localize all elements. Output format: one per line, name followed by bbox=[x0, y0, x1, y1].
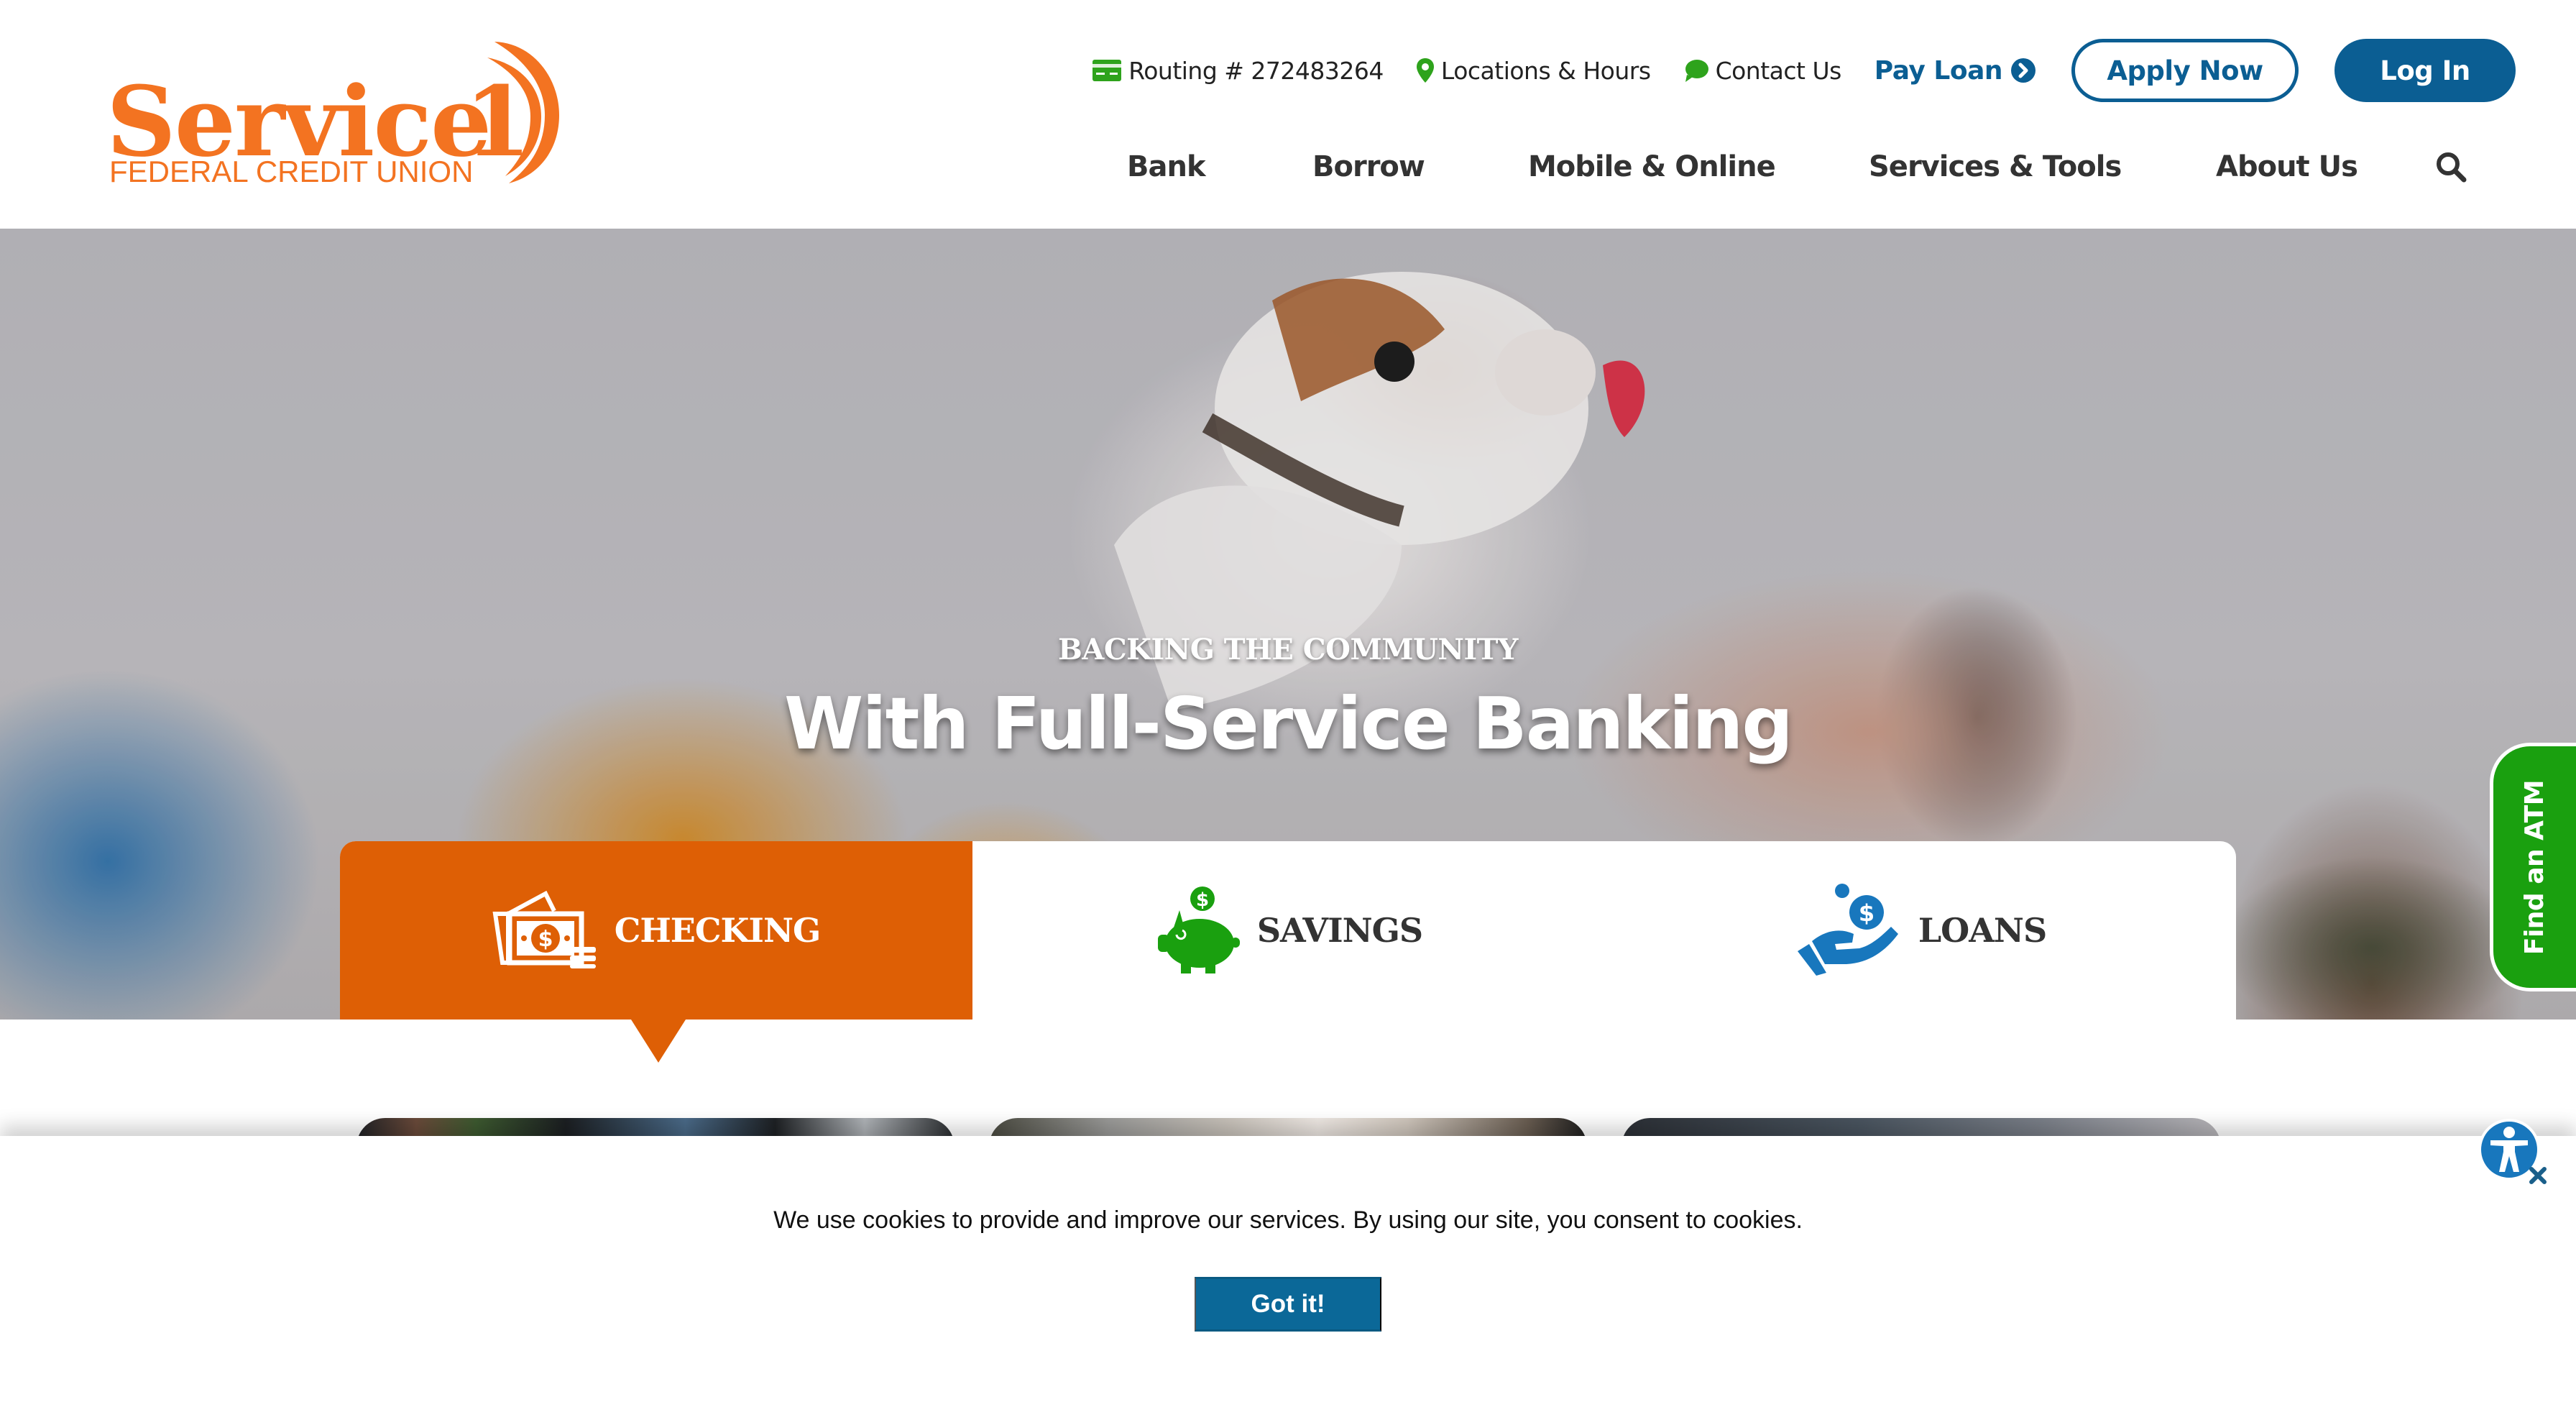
logo-numeral: 1 bbox=[464, 65, 532, 178]
nav-item-about-us[interactable]: About Us bbox=[2216, 150, 2358, 183]
contact-us-label: Contact Us bbox=[1715, 56, 1842, 85]
nav-item-bank[interactable]: Bank bbox=[1127, 150, 1206, 183]
search-icon bbox=[2437, 152, 2467, 183]
nav-item-services-tools[interactable]: Services & Tools bbox=[1869, 150, 2122, 183]
tab-loans-label: LOANS bbox=[1918, 911, 2047, 950]
utility-bar: Routing # 272483264 Locations & Hours Co… bbox=[1092, 37, 2516, 104]
tab-savings[interactable]: $ SAVINGS bbox=[972, 841, 1605, 1020]
nav-item-borrow[interactable]: Borrow bbox=[1312, 150, 1425, 183]
chevron-right-circle-icon bbox=[2011, 58, 2036, 83]
svg-text:$: $ bbox=[1196, 889, 1209, 911]
routing-card-icon bbox=[1092, 60, 1122, 81]
tab-checking-label: CHECKING bbox=[614, 911, 822, 950]
nav-item-mobile-online[interactable]: Mobile & Online bbox=[1528, 150, 1776, 183]
apply-now-button[interactable]: Apply Now bbox=[2071, 39, 2299, 102]
tab-savings-label: SAVINGS bbox=[1256, 911, 1423, 950]
product-tabs: $ CHECKING $ SAVINGS $ LOANS bbox=[340, 841, 2236, 1063]
chat-bubble-icon bbox=[1684, 59, 1708, 82]
piggy-bank-icon: $ bbox=[1155, 884, 1241, 977]
svg-text:$: $ bbox=[1859, 899, 1874, 927]
tab-checking[interactable]: $ CHECKING bbox=[340, 841, 972, 1063]
accessibility-icon bbox=[2490, 1127, 2528, 1172]
find-atm-label: Find an ATM bbox=[2520, 779, 2550, 955]
routing-number-link[interactable]: Routing # 272483264 bbox=[1092, 57, 1384, 85]
cookie-message: We use cookies to provide and improve ou… bbox=[773, 1206, 1803, 1234]
cash-icon: $ bbox=[492, 889, 599, 972]
svg-text:$: $ bbox=[538, 927, 553, 952]
active-tab-pointer bbox=[631, 1020, 686, 1063]
map-pin-icon bbox=[1416, 58, 1434, 83]
locations-hours-link[interactable]: Locations & Hours bbox=[1416, 56, 1651, 85]
logo-tagline: FEDERAL CREDIT UNION bbox=[109, 155, 474, 188]
cookie-accept-button[interactable]: Got it! bbox=[1195, 1277, 1381, 1332]
tab-loans[interactable]: $ LOANS bbox=[1605, 841, 2236, 1020]
find-atm-tab[interactable]: Find an ATM bbox=[2490, 743, 2576, 991]
pay-loan-label: Pay Loan bbox=[1874, 55, 2003, 86]
search-button[interactable] bbox=[2435, 151, 2467, 186]
cookie-banner: We use cookies to provide and improve ou… bbox=[0, 1136, 2576, 1402]
contact-us-link[interactable]: Contact Us bbox=[1684, 57, 1841, 85]
log-in-button[interactable]: Log In bbox=[2334, 39, 2516, 102]
locations-hours-label: Locations & Hours bbox=[1440, 56, 1651, 85]
logo[interactable]: Service 1 FEDERAL CREDIT UNION bbox=[106, 36, 566, 194]
hero-title: With Full-Service Banking bbox=[784, 682, 1793, 766]
hand-coin-icon: $ bbox=[1795, 882, 1903, 979]
accessibility-close-button[interactable] bbox=[2529, 1166, 2547, 1188]
close-icon bbox=[2529, 1167, 2547, 1184]
routing-number-label: Routing # 272483264 bbox=[1128, 56, 1384, 85]
site-header: Service 1 FEDERAL CREDIT UNION Routing #… bbox=[0, 0, 2576, 229]
pay-loan-link[interactable]: Pay Loan bbox=[1874, 56, 2036, 86]
hero-kicker: BACKING THE COMMUNITY bbox=[1058, 633, 1519, 666]
